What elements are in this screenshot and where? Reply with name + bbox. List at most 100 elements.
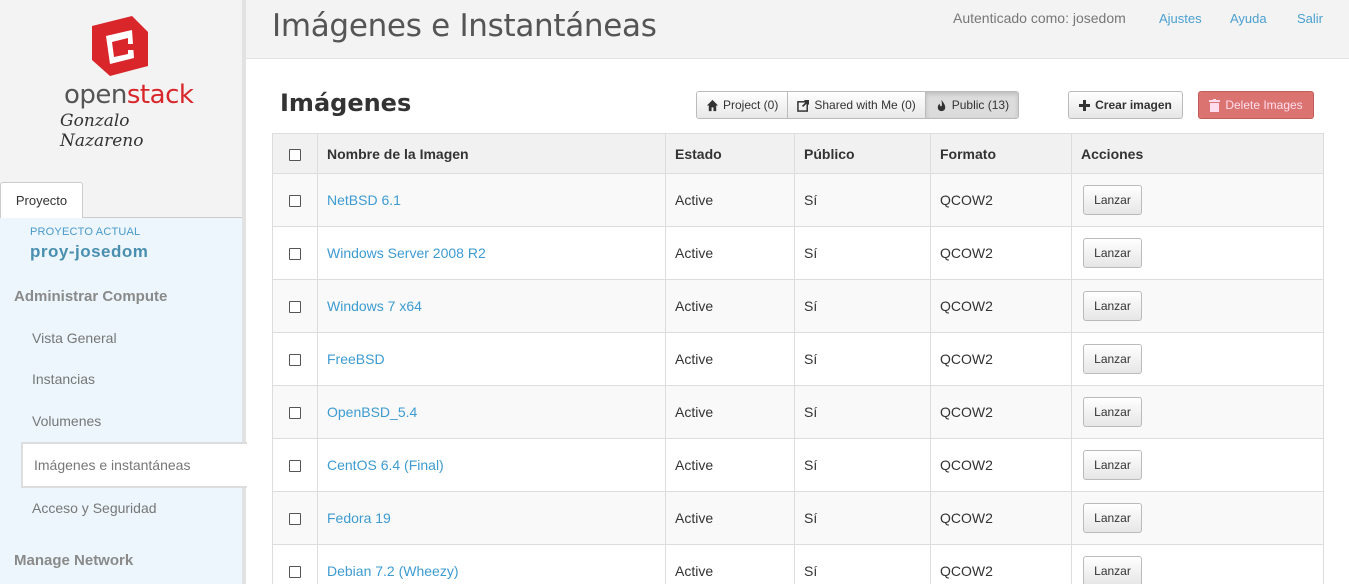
trash-icon — [1209, 98, 1221, 112]
row-select-cell — [272, 385, 318, 439]
row-checkbox[interactable] — [289, 513, 301, 526]
image-status: Active — [665, 332, 795, 386]
image-format: QCOW2 — [930, 279, 1072, 333]
image-public: Sí — [794, 438, 931, 492]
col-header-public[interactable]: Público — [794, 133, 931, 174]
col-header-format[interactable]: Formato — [930, 133, 1072, 174]
row-select-cell — [272, 226, 318, 280]
table-row: CentOS 6.4 (Final) Active Sí QCOW2 Lanza… — [272, 438, 1324, 492]
row-checkbox[interactable] — [289, 195, 301, 208]
image-actions-cell: Lanzar — [1071, 385, 1324, 439]
filter-shared-label: Shared with Me (0) — [814, 98, 916, 112]
image-format: QCOW2 — [930, 332, 1072, 386]
image-format: QCOW2 — [930, 491, 1072, 545]
image-name-link[interactable]: OpenBSD_5.4 — [327, 404, 417, 420]
nav-panel — [0, 217, 242, 584]
filter-project-button[interactable]: Project (0) — [697, 92, 789, 118]
launch-button[interactable]: Lanzar — [1083, 185, 1142, 215]
image-name-link[interactable]: Fedora 19 — [327, 510, 391, 526]
image-name-cell: Windows 7 x64 — [317, 279, 666, 333]
delete-images-button[interactable]: Delete Images — [1198, 91, 1314, 119]
openstack-logo[interactable]: openstack Gonzalo Nazareno — [58, 14, 194, 151]
filter-public-label: Public (13) — [951, 98, 1010, 112]
image-name-link[interactable]: Windows 7 x64 — [327, 298, 422, 314]
current-project-name[interactable]: proy-josedom — [30, 242, 148, 262]
filter-project-label: Project (0) — [723, 98, 779, 112]
image-actions-cell: Lanzar — [1071, 544, 1324, 584]
filter-shared-button[interactable]: Shared with Me (0) — [788, 92, 926, 118]
sidebar-item-images[interactable]: Imágenes e instantáneas — [21, 442, 247, 488]
launch-button[interactable]: Lanzar — [1083, 344, 1142, 374]
image-actions-cell: Lanzar — [1071, 279, 1324, 333]
logo-wordmark: openstack — [64, 80, 194, 110]
delete-images-label: Delete Images — [1225, 98, 1303, 112]
image-format: QCOW2 — [930, 544, 1072, 584]
launch-button[interactable]: Lanzar — [1083, 503, 1142, 533]
help-link[interactable]: Ayuda — [1230, 11, 1267, 26]
sidebar-item-access[interactable]: Acceso y Seguridad — [32, 500, 157, 516]
image-filter-group: Project (0) Shared with Me (0) Public (1… — [696, 91, 1020, 119]
select-all-cell — [272, 133, 318, 174]
row-checkbox[interactable] — [289, 301, 301, 314]
row-checkbox[interactable] — [289, 566, 301, 579]
image-name-link[interactable]: NetBSD 6.1 — [327, 192, 401, 208]
image-format: QCOW2 — [930, 385, 1072, 439]
launch-button[interactable]: Lanzar — [1083, 238, 1142, 268]
current-project-label: PROYECTO ACTUAL — [30, 226, 141, 238]
select-all-checkbox[interactable] — [289, 148, 301, 161]
row-checkbox[interactable] — [289, 354, 301, 367]
image-status: Active — [665, 173, 795, 227]
image-actions-cell: Lanzar — [1071, 226, 1324, 280]
image-format: QCOW2 — [930, 173, 1072, 227]
image-actions-cell: Lanzar — [1071, 173, 1324, 227]
launch-button[interactable]: Lanzar — [1083, 556, 1142, 584]
table-row: Windows 7 x64 Active Sí QCOW2 Lanzar — [272, 279, 1324, 333]
col-header-name[interactable]: Nombre de la Imagen — [317, 133, 666, 174]
row-select-cell — [272, 332, 318, 386]
image-status: Active — [665, 438, 795, 492]
image-public: Sí — [794, 226, 931, 280]
row-select-cell — [272, 544, 318, 584]
image-name-cell: FreeBSD — [317, 332, 666, 386]
openstack-logo-icon — [92, 16, 148, 76]
image-public: Sí — [794, 332, 931, 386]
sidebar-item-overview[interactable]: Vista General — [32, 330, 117, 346]
row-checkbox[interactable] — [289, 248, 301, 261]
image-name-link[interactable]: Windows Server 2008 R2 — [327, 245, 486, 261]
image-format: QCOW2 — [930, 438, 1072, 492]
table-row: OpenBSD_5.4 Active Sí QCOW2 Lanzar — [272, 385, 1324, 439]
settings-link[interactable]: Ajustes — [1159, 11, 1202, 26]
row-select-cell — [272, 173, 318, 227]
image-name-link[interactable]: CentOS 6.4 (Final) — [327, 457, 444, 473]
row-checkbox[interactable] — [289, 407, 301, 420]
image-public: Sí — [794, 544, 931, 584]
auth-user-text: Autenticado como: josedom — [953, 10, 1126, 26]
create-image-button[interactable]: Crear imagen — [1068, 91, 1183, 119]
image-name-link[interactable]: Debian 7.2 (Wheezy) — [327, 563, 459, 579]
launch-button[interactable]: Lanzar — [1083, 291, 1142, 321]
image-name-link[interactable]: FreeBSD — [327, 351, 385, 367]
page-title: Imágenes e Instantáneas — [272, 8, 657, 44]
logo-subtitle: Gonzalo Nazareno — [60, 111, 144, 151]
section-title: Imágenes — [280, 89, 412, 117]
sidebar-item-volumes[interactable]: Volumenes — [32, 413, 101, 429]
row-checkbox[interactable] — [289, 460, 301, 473]
sidebar-item-instances[interactable]: Instancias — [32, 371, 95, 387]
home-icon — [706, 99, 719, 111]
image-format: QCOW2 — [930, 226, 1072, 280]
tab-proyecto[interactable]: Proyecto — [0, 182, 83, 218]
launch-button[interactable]: Lanzar — [1083, 397, 1142, 427]
logout-link[interactable]: Salir — [1297, 11, 1323, 26]
image-name-cell: NetBSD 6.1 — [317, 173, 666, 227]
image-status: Active — [665, 544, 795, 584]
image-name-cell: OpenBSD_5.4 — [317, 385, 666, 439]
nav-heading-compute[interactable]: Administrar Compute — [14, 288, 167, 305]
col-header-status[interactable]: Estado — [665, 133, 795, 174]
filter-public-button[interactable]: Public (13) — [925, 92, 1019, 118]
image-actions-cell: Lanzar — [1071, 332, 1324, 386]
launch-button[interactable]: Lanzar — [1083, 450, 1142, 480]
table-row: Fedora 19 Active Sí QCOW2 Lanzar — [272, 491, 1324, 545]
create-image-label: Crear imagen — [1095, 98, 1172, 112]
image-actions-cell: Lanzar — [1071, 438, 1324, 492]
nav-heading-network[interactable]: Manage Network — [14, 552, 133, 569]
